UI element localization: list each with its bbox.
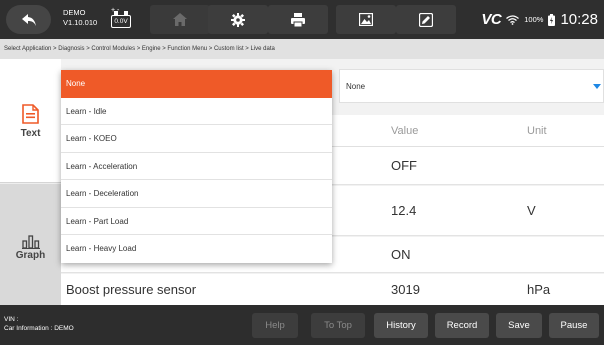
graph-view-tab[interactable]: Graph [0,184,61,305]
value-column-header: Value [391,125,419,137]
home-icon [173,13,187,26]
text-view-tab[interactable]: Text [0,59,61,183]
dropdown-arrow-icon [593,84,601,89]
graph-view-label: Graph [15,250,46,261]
dropdown-option-none[interactable]: None [61,70,332,98]
row-value: ON [391,247,411,262]
version-line-1: DEMO [63,8,86,17]
top-toolbar: DEMO V1.10.010 + - 0.0V [0,0,604,39]
help-button[interactable]: Help [252,313,298,338]
view-mode-nav: Text Graph [0,59,61,305]
to-top-button[interactable]: To Top [311,313,365,338]
dropdown-option-learn-deceleration[interactable]: Learn - Deceleration [61,180,332,208]
row-unit: V [527,203,536,218]
home-button[interactable] [150,5,210,34]
gear-icon [231,12,245,27]
edit-button[interactable] [396,5,456,34]
settings-button[interactable] [208,5,268,34]
dropdown-option-learn-heavy-load[interactable]: Learn - Heavy Load [61,235,332,263]
bottom-toolbar: VIN : Car Information : DEMO Help To Top… [0,305,604,345]
save-button[interactable]: Save [496,313,542,338]
wifi-icon [506,14,520,25]
row-value: 3019 [391,282,420,297]
history-button[interactable]: History [374,313,428,338]
battery-percent: 100% [524,15,544,24]
pause-button[interactable]: Pause [549,313,599,338]
document-icon [22,104,39,124]
back-arrow-icon [21,13,36,26]
record-button[interactable]: Record [435,313,489,338]
filter-selected-value: None [346,82,366,91]
voltage-value: 0.0V [111,15,131,28]
vci-connection-icon: VC [481,11,502,28]
edit-icon [419,12,433,27]
row-name: Boost pressure sensor [66,282,197,297]
table-row[interactable]: Boost pressure sensor 3019 hPa [61,274,604,305]
row-value: 12.4 [391,203,417,218]
voltage-indicator: + - 0.0V [111,7,131,29]
breadcrumb: Select Application > Diagnosis > Control… [0,39,604,59]
dropdown-option-learn-idle[interactable]: Learn - Idle [61,98,332,125]
row-value: OFF [391,158,417,173]
dropdown-option-learn-part-load[interactable]: Learn - Part Load [61,208,332,235]
battery-icon [548,13,556,26]
unit-column-header: Unit [527,125,547,137]
dropdown-option-learn-acceleration[interactable]: Learn - Acceleration [61,153,332,180]
text-view-label: Text [20,128,41,139]
dropdown-option-learn-koeo[interactable]: Learn - KOEO [61,125,332,153]
print-button[interactable] [268,5,328,34]
back-button[interactable] [6,5,51,34]
clock: 10:28 [560,11,598,28]
image-icon [359,13,373,26]
vehicle-info: VIN : Car Information : DEMO [4,315,74,333]
screenshot-button[interactable] [336,5,396,34]
bar-chart-icon [22,235,40,249]
printer-icon [291,12,305,27]
vin-label: VIN : [4,316,19,323]
car-information: Car Information : DEMO [4,325,74,332]
row-unit: hPa [527,282,551,297]
filter-select[interactable]: None [339,69,604,103]
version-info: DEMO V1.10.010 [63,8,97,28]
status-area: VC 100% 10:28 [481,0,598,39]
version-line-2: V1.10.010 [63,18,98,27]
filter-dropdown-menu: None Learn - Idle Learn - KOEO Learn - A… [61,70,332,263]
